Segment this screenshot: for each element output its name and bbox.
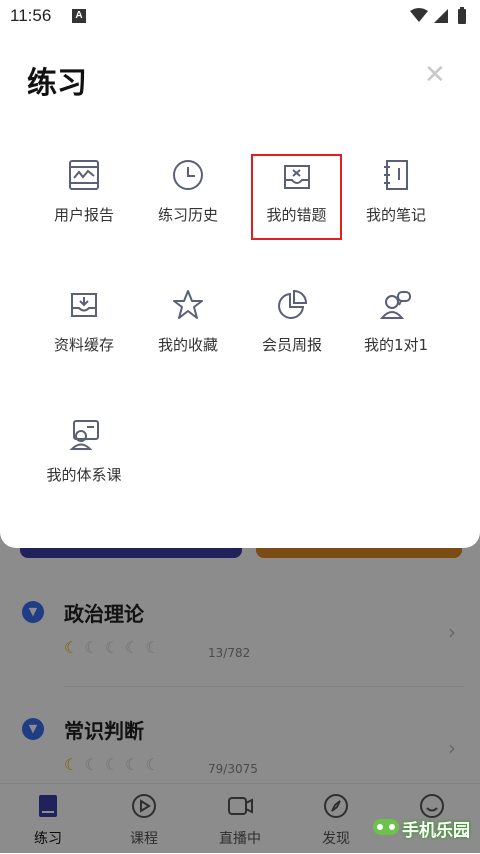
grid-item-wrong-questions[interactable]: 我的错题: [251, 154, 342, 240]
status-time: 11:56: [10, 6, 52, 25]
notification-icon: A: [72, 9, 86, 23]
grid-item-system-course[interactable]: 我的体系课: [32, 418, 136, 528]
grid-item-member-weekly[interactable]: 会员周报: [240, 288, 344, 398]
clock-icon: [173, 160, 203, 190]
grid-item-practice-history[interactable]: 练习历史: [136, 158, 240, 268]
modal-title: 练习: [27, 66, 87, 101]
grid-item-one-on-one[interactable]: 我的1对1: [344, 288, 448, 398]
watermark-text: 手机乐园: [402, 821, 470, 841]
star-icon: [173, 290, 203, 319]
signal-battery-icons: [410, 7, 466, 24]
pie-chart-icon: [278, 289, 308, 319]
watermark-logo: 手机乐园: [372, 812, 470, 842]
one-on-one-icon: [379, 291, 411, 319]
report-chart-icon: [69, 160, 99, 190]
grid-item-material-cache[interactable]: 资料缓存: [32, 288, 136, 398]
grid-item-my-notes[interactable]: 我的笔记: [344, 158, 448, 268]
wrong-tray-icon: [283, 165, 310, 189]
practice-modal: 练习 ✕ 用户报告 练习历史 我的错题 我的笔记 资料缓存 我的收藏 会员周报 …: [0, 0, 480, 548]
grid-item-my-favorites[interactable]: 我的收藏: [136, 288, 240, 398]
status-bar: 11:56 A: [0, 0, 480, 34]
download-tray-icon: [71, 293, 97, 317]
system-course-icon: [69, 420, 99, 450]
close-icon[interactable]: ✕: [424, 62, 446, 88]
gamepad-logo-icon: [373, 819, 399, 835]
grid-item-user-report[interactable]: 用户报告: [32, 158, 136, 268]
notebook-icon: [384, 160, 408, 190]
